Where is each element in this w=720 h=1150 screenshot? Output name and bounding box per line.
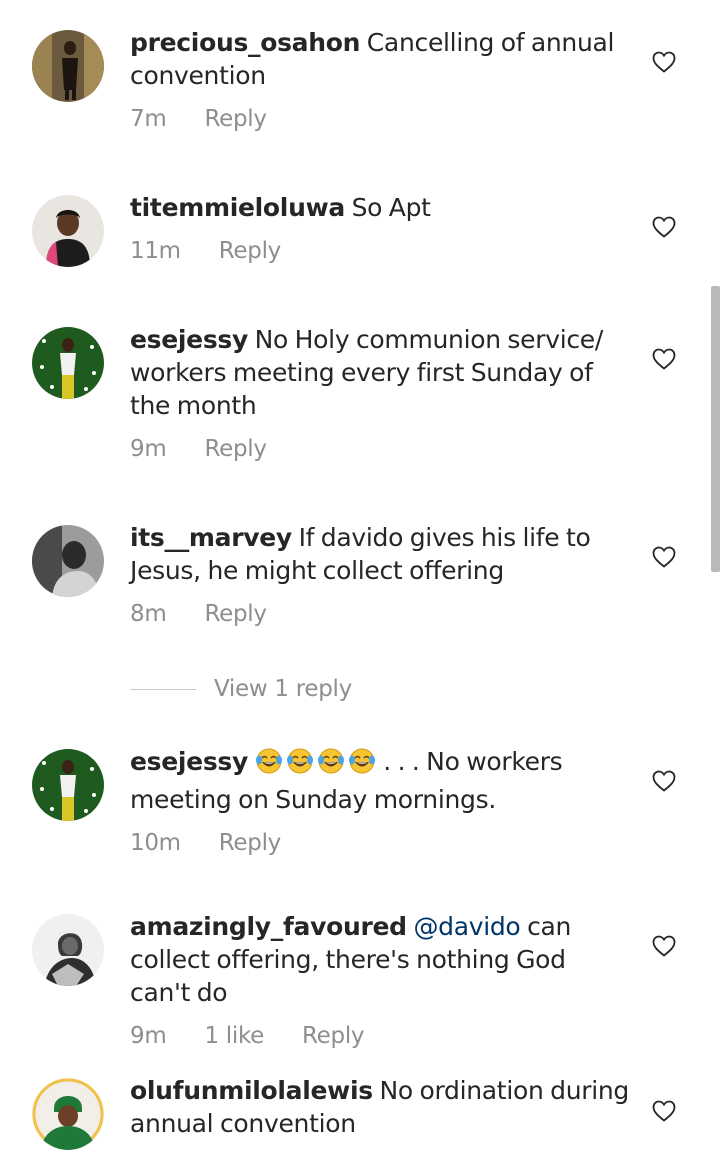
heart-outline-icon[interactable] — [652, 348, 676, 370]
reply-button[interactable]: Reply — [219, 238, 282, 264]
scrollbar-thumb[interactable] — [711, 286, 720, 572]
comment-meta: 10m Reply — [130, 830, 630, 856]
heart-outline-icon[interactable] — [652, 770, 676, 792]
heart-outline-icon[interactable] — [652, 51, 676, 73]
comment-time: 10m — [130, 830, 181, 856]
comment-mention-link[interactable]: @davido — [413, 912, 520, 941]
reply-button[interactable]: Reply — [204, 601, 267, 627]
comment-time: 9m — [130, 436, 167, 462]
heart-outline-icon[interactable] — [652, 1100, 676, 1122]
heart-outline-icon[interactable] — [652, 546, 676, 568]
comment-time: 8m — [130, 601, 167, 627]
comment-username[interactable]: esejessy — [130, 747, 248, 776]
comment-username[interactable]: esejessy — [130, 325, 248, 354]
view-replies-label[interactable]: View 1 reply — [214, 676, 352, 702]
comments-screen: precious_osahon Cancelling of annual con… — [0, 0, 720, 1150]
comment-username[interactable]: its__marvey — [130, 523, 292, 552]
comment-meta: 9m Reply — [130, 436, 630, 462]
avatar[interactable] — [32, 914, 104, 986]
likes-count[interactable]: 1 like — [204, 1023, 264, 1049]
comment-meta: 7m Reply — [130, 106, 630, 132]
comment-time: 11m — [130, 238, 181, 264]
heart-outline-icon[interactable] — [652, 935, 676, 957]
reply-button[interactable]: Reply — [219, 830, 282, 856]
comment-username[interactable]: amazingly_favoured — [130, 912, 407, 941]
comment-time: 9m — [130, 1023, 167, 1049]
heart-outline-icon[interactable] — [652, 216, 676, 238]
comment-username[interactable]: precious_osahon — [130, 28, 360, 57]
comment-meta: 9m 1 like Reply — [130, 1023, 630, 1049]
reply-button[interactable]: Reply — [204, 106, 267, 132]
comment-username[interactable]: olufunmilolalewis — [130, 1076, 373, 1105]
avatar[interactable] — [32, 195, 104, 267]
avatar[interactable] — [32, 1078, 104, 1150]
comment-meta: 11m Reply — [130, 238, 630, 264]
view-replies-divider — [130, 688, 196, 690]
reply-button[interactable]: Reply — [302, 1023, 365, 1049]
comment-text: So Apt — [351, 193, 431, 222]
tears-of-joy-emoji-icon — [255, 747, 377, 783]
comment-time: 7m — [130, 106, 167, 132]
comment-username[interactable]: titemmieloluwa — [130, 193, 345, 222]
reply-button[interactable]: Reply — [204, 436, 267, 462]
comment-meta: 8m Reply — [130, 601, 630, 627]
avatar[interactable] — [32, 749, 104, 821]
avatar[interactable] — [32, 327, 104, 399]
avatar[interactable] — [32, 30, 104, 102]
avatar[interactable] — [32, 525, 104, 597]
view-replies-button[interactable]: View 1 reply — [130, 672, 352, 706]
